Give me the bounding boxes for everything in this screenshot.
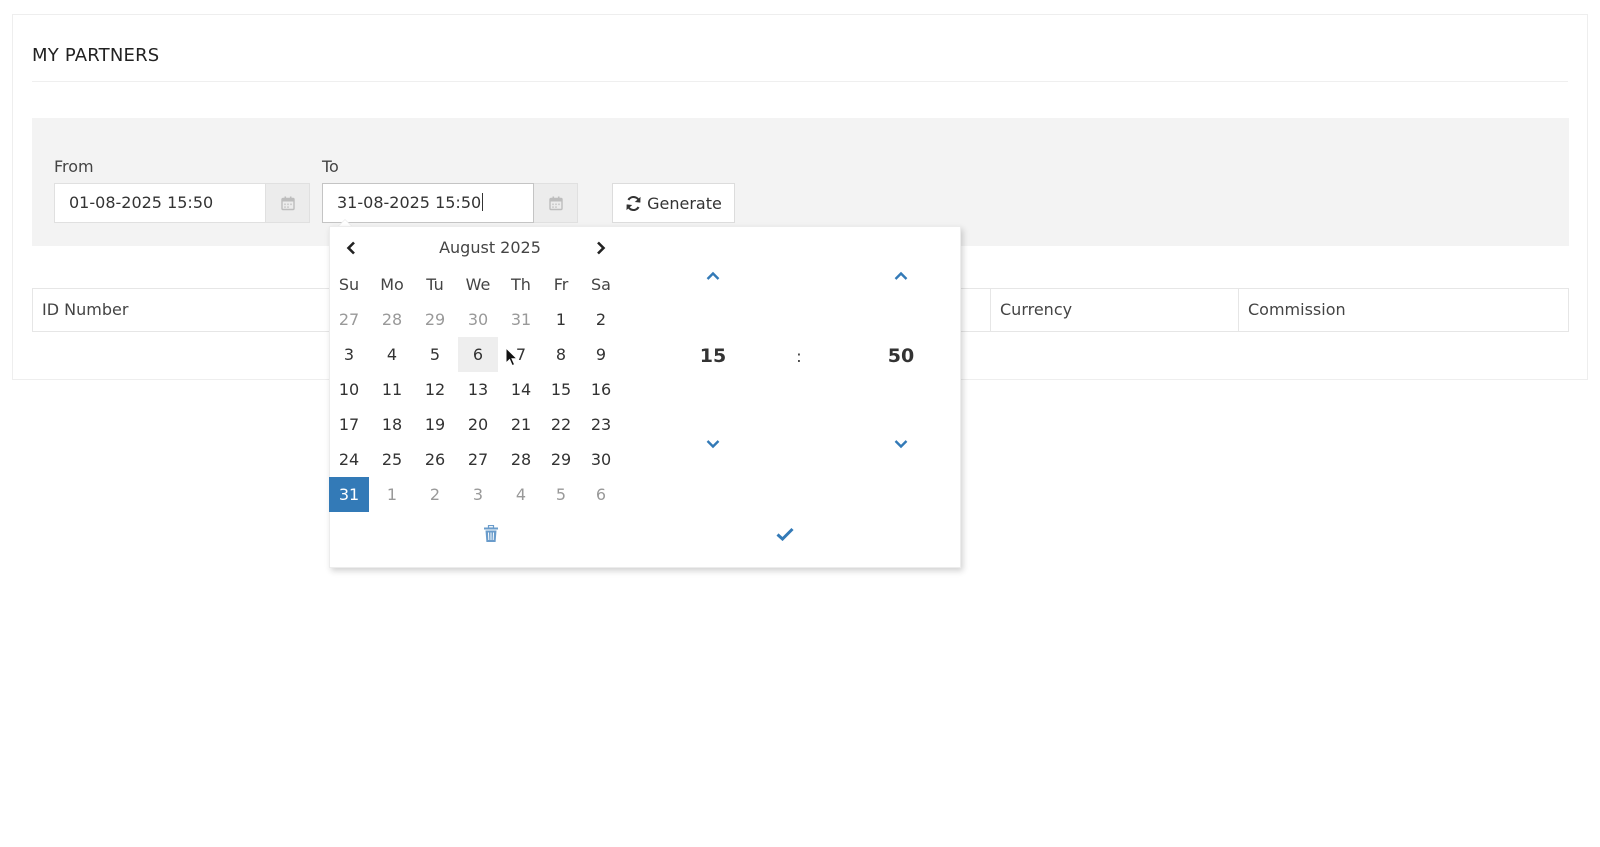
calendar-day[interactable]: 21 bbox=[501, 407, 541, 442]
from-label: From bbox=[54, 157, 94, 176]
calendar-day[interactable]: 26 bbox=[415, 442, 455, 477]
calendar-day[interactable]: 4 bbox=[501, 477, 541, 512]
calendar-day[interactable]: 2 bbox=[581, 302, 621, 337]
calendar-day[interactable]: 19 bbox=[415, 407, 455, 442]
weekday-header: We bbox=[465, 275, 491, 294]
calendar-day[interactable]: 22 bbox=[541, 407, 581, 442]
chevron-down-icon bbox=[894, 440, 908, 449]
picker-pointer bbox=[338, 219, 352, 226]
next-month-button[interactable] bbox=[586, 233, 616, 263]
calendar-day[interactable]: 29 bbox=[415, 302, 455, 337]
calendar-day[interactable]: 28 bbox=[501, 442, 541, 477]
calendar-day[interactable]: 15 bbox=[541, 372, 581, 407]
clear-button[interactable] bbox=[476, 519, 506, 549]
decrement-minutes-button[interactable] bbox=[886, 429, 916, 459]
calendar-icon bbox=[280, 196, 295, 210]
calendar-day[interactable]: 23 bbox=[581, 407, 621, 442]
chevron-right-icon bbox=[597, 241, 606, 255]
generate-button[interactable]: Generate bbox=[612, 183, 735, 223]
calendar-icon bbox=[548, 196, 563, 210]
calendar-day[interactable]: 27 bbox=[458, 442, 498, 477]
weekday-header: Sa bbox=[591, 275, 611, 294]
from-date-input[interactable]: 01-08-2025 15:50 bbox=[54, 183, 266, 223]
calendar-day[interactable]: 27 bbox=[329, 302, 369, 337]
minutes-value[interactable]: 50 bbox=[871, 345, 931, 367]
chevron-down-icon bbox=[706, 440, 720, 449]
calendar-day[interactable]: 2 bbox=[415, 477, 455, 512]
from-calendar-button[interactable] bbox=[266, 183, 310, 223]
column-header-commission[interactable]: Commission bbox=[1239, 289, 1568, 331]
calendar-day[interactable]: 24 bbox=[329, 442, 369, 477]
close-picker-button[interactable] bbox=[770, 519, 800, 549]
title-divider bbox=[32, 81, 1568, 82]
calendar-day[interactable]: 18 bbox=[372, 407, 412, 442]
increment-minutes-button[interactable] bbox=[886, 261, 916, 291]
to-label: To bbox=[322, 157, 339, 176]
calendar-day[interactable]: 16 bbox=[581, 372, 621, 407]
to-calendar-button[interactable] bbox=[534, 183, 578, 223]
calendar-day[interactable]: 3 bbox=[458, 477, 498, 512]
mouse-pointer-icon bbox=[505, 347, 518, 367]
trash-icon bbox=[484, 525, 498, 542]
calendar-day[interactable]: 13 bbox=[458, 372, 498, 407]
calendar-day[interactable]: 5 bbox=[541, 477, 581, 512]
datetime-picker: August 2025 Su Mo Tu We Th Fr Sa 27 28 29 3… bbox=[329, 226, 961, 568]
calendar-day[interactable]: 3 bbox=[329, 337, 369, 372]
calendar-day[interactable]: 5 bbox=[415, 337, 455, 372]
text-caret bbox=[482, 193, 484, 211]
to-date-group: 31-08-2025 15:50 bbox=[322, 183, 578, 223]
calendar-day[interactable]: 8 bbox=[541, 337, 581, 372]
calendar-day[interactable]: 6 bbox=[581, 477, 621, 512]
calendar-day[interactable]: 20 bbox=[458, 407, 498, 442]
month-title[interactable]: August 2025 bbox=[410, 233, 570, 263]
refresh-icon bbox=[626, 195, 641, 211]
calendar-day[interactable]: 14 bbox=[501, 372, 541, 407]
generate-label: Generate bbox=[647, 193, 722, 213]
calendar-day[interactable]: 30 bbox=[458, 302, 498, 337]
prev-month-button[interactable] bbox=[336, 233, 366, 263]
page-title: MY PARTNERS bbox=[32, 45, 160, 66]
from-date-group: 01-08-2025 15:50 bbox=[54, 183, 310, 223]
calendar-day[interactable]: 31 bbox=[329, 477, 369, 512]
increment-hours-button[interactable] bbox=[698, 261, 728, 291]
calendar-day[interactable]: 1 bbox=[372, 477, 412, 512]
chevron-up-icon bbox=[706, 271, 720, 280]
calendar-day[interactable]: 6 bbox=[458, 337, 498, 372]
calendar-day[interactable]: 25 bbox=[372, 442, 412, 477]
check-icon bbox=[776, 527, 794, 541]
weekday-header: Fr bbox=[553, 275, 569, 294]
chevron-up-icon bbox=[894, 271, 908, 280]
calendar-day[interactable]: 28 bbox=[372, 302, 412, 337]
weekday-header: Tu bbox=[426, 275, 444, 294]
calendar-day[interactable]: 11 bbox=[372, 372, 412, 407]
calendar-day[interactable]: 9 bbox=[581, 337, 621, 372]
weekday-header: Mo bbox=[380, 275, 404, 294]
calendar-day[interactable]: 29 bbox=[541, 442, 581, 477]
column-header-currency[interactable]: Currency bbox=[991, 289, 1239, 331]
calendar-day[interactable]: 31 bbox=[501, 302, 541, 337]
calendar-day[interactable]: 12 bbox=[415, 372, 455, 407]
calendar-day[interactable]: 17 bbox=[329, 407, 369, 442]
to-date-value: 31-08-2025 15:50 bbox=[337, 193, 482, 212]
calendar-day[interactable]: 1 bbox=[541, 302, 581, 337]
decrement-hours-button[interactable] bbox=[698, 429, 728, 459]
time-picker: 15 : 50 bbox=[672, 257, 952, 497]
calendar-day[interactable]: 10 bbox=[329, 372, 369, 407]
weekday-header: Su bbox=[338, 275, 360, 294]
to-date-input[interactable]: 31-08-2025 15:50 bbox=[322, 183, 534, 223]
hours-value[interactable]: 15 bbox=[683, 345, 743, 367]
calendar-day[interactable]: 4 bbox=[372, 337, 412, 372]
time-separator: : bbox=[796, 347, 802, 366]
chevron-left-icon bbox=[346, 241, 355, 255]
calendar-day[interactable]: 30 bbox=[581, 442, 621, 477]
weekday-header: Th bbox=[511, 275, 531, 294]
